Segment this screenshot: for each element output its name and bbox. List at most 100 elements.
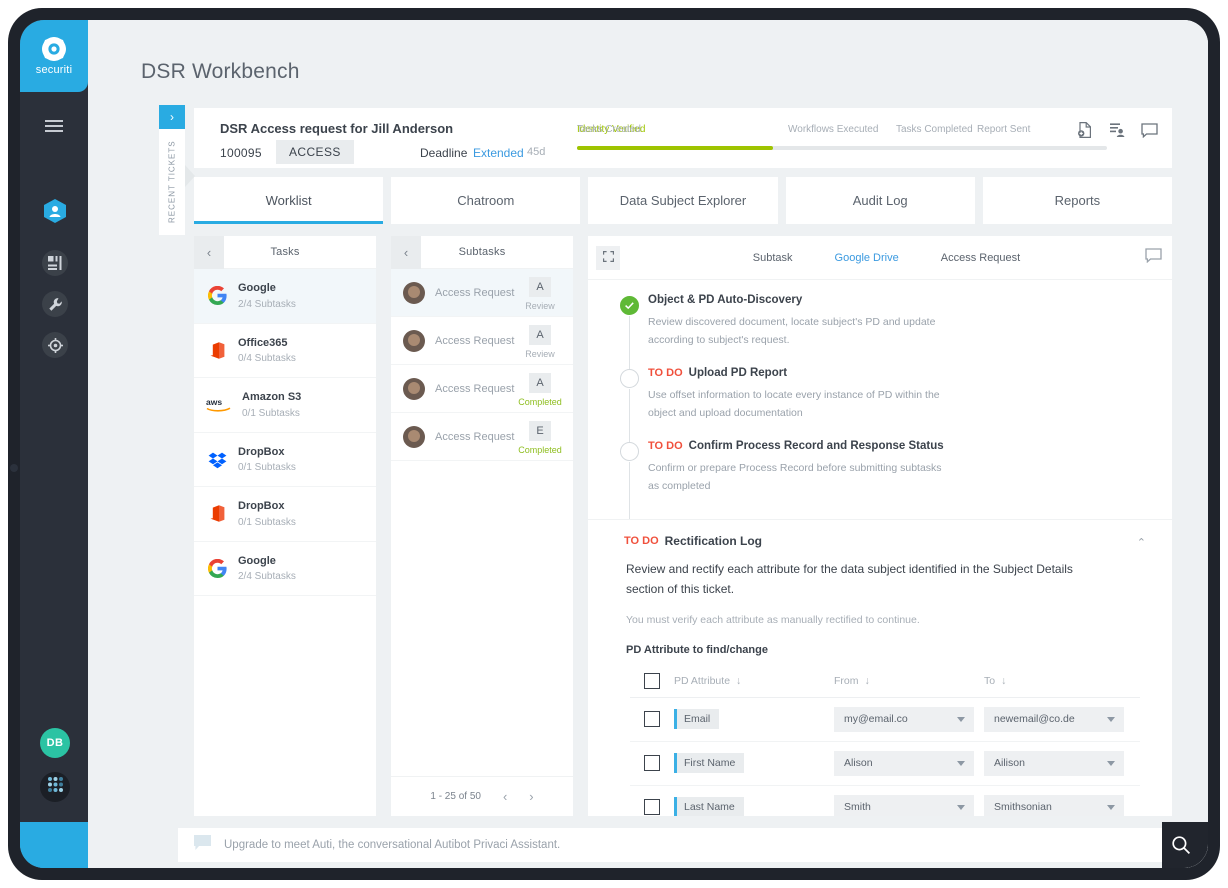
task-name: Google <box>238 282 276 294</box>
timeline-step-desc: Use offset information to locate every i… <box>648 389 940 420</box>
tab-audit-log[interactable]: Audit Log <box>785 177 975 224</box>
chevron-up-icon[interactable]: ⌃ <box>1137 536 1146 549</box>
subtask-label: Access Request <box>435 382 515 395</box>
comment-icon <box>1145 247 1162 267</box>
cell-to: Smithsonian <box>984 794 1134 816</box>
task-row[interactable]: Google 2/4 Subtasks <box>194 542 376 596</box>
detail-comment-button[interactable] <box>1145 247 1162 268</box>
subtasks-pagination: 1 - 25 of 50 ‹ › <box>391 776 573 816</box>
pagination-range: 1 - 25 of 50 <box>430 791 481 802</box>
deadline-status-link[interactable]: Extended <box>473 146 524 160</box>
column-label: PD Attribute <box>674 675 731 688</box>
from-select[interactable]: my@email.co <box>834 706 974 732</box>
user-avatar[interactable]: DB <box>40 728 70 758</box>
grid-apps-icon <box>47 776 64 798</box>
column-header-pd-attribute[interactable]: PD Attribute ↓ <box>674 675 834 687</box>
select-all-checkbox[interactable] <box>630 673 674 690</box>
to-select[interactable]: newemail@co.de <box>984 706 1124 732</box>
column-header-to[interactable]: To ↓ <box>984 675 1134 687</box>
chevron-down-icon <box>957 804 965 810</box>
tab-worklist[interactable]: Worklist <box>194 177 384 224</box>
from-select[interactable]: Alison <box>834 750 974 776</box>
table-row: First Name Alison Ailison <box>630 742 1140 786</box>
task-row[interactable]: Google 2/4 Subtasks <box>194 269 376 324</box>
avatar <box>403 281 425 304</box>
nav-item-tools[interactable] <box>42 291 68 317</box>
breadcrumb-access-request: Access Request <box>940 251 1021 264</box>
document-add-icon[interactable] <box>1077 122 1093 138</box>
checkbox-box <box>644 711 660 728</box>
comment-icon[interactable] <box>1141 122 1158 138</box>
avatar <box>403 425 425 448</box>
todo-tag: TO DO <box>624 535 659 548</box>
row-checkbox[interactable] <box>630 711 674 728</box>
pagination-next-button[interactable]: › <box>529 789 533 804</box>
row-checkbox[interactable] <box>630 799 674 816</box>
subtasks-panel: ‹ Subtasks Access Request A Review Acces… <box>391 235 573 816</box>
row-checkbox[interactable] <box>630 755 674 772</box>
expand-button[interactable] <box>596 245 620 270</box>
empty-circle-icon[interactable] <box>620 369 639 389</box>
column-label: To <box>984 675 996 688</box>
task-name: DropBox <box>238 500 285 512</box>
subtask-label: Access Request <box>435 286 515 299</box>
brand-logo[interactable]: securiti <box>20 20 88 92</box>
chevron-down-icon <box>1107 804 1115 810</box>
subtask-meta: A Review <box>517 277 563 311</box>
checkbox-box <box>644 673 660 690</box>
breadcrumb-google-drive[interactable]: Google Drive <box>835 252 899 264</box>
tab-data-subject-explorer[interactable]: Data Subject Explorer <box>588 177 778 224</box>
task-row[interactable]: DropBox 0/1 Subtasks <box>194 433 376 487</box>
subtasks-back-button[interactable]: ‹ <box>391 235 421 269</box>
deadline-days: 45d <box>527 146 546 158</box>
timeline-connector <box>629 316 630 374</box>
left-nav-rail: securiti DB <box>20 20 88 868</box>
avatar <box>403 377 425 400</box>
pagination-prev-button[interactable]: ‹ <box>503 789 507 804</box>
tab-chatroom[interactable]: Chatroom <box>391 177 581 224</box>
menu-toggle-button[interactable] <box>20 120 88 132</box>
nav-item-settings[interactable] <box>42 332 68 358</box>
rectification-log-header[interactable]: TO DO Rectification Log ⌃ <box>588 519 1172 560</box>
search-icon[interactable] <box>1171 835 1191 855</box>
nav-item-privacy-center[interactable] <box>42 198 68 224</box>
check-circle-icon[interactable] <box>620 296 639 315</box>
to-select[interactable]: Ailison <box>984 750 1124 776</box>
task-row[interactable]: DropBox 0/1 Subtasks <box>194 487 376 542</box>
assistant-chat-input[interactable]: Upgrade to meet Auti, the conversational… <box>178 828 1178 862</box>
table-row: Email my@email.co newemail@co.de <box>630 698 1140 742</box>
hexagon-user-icon <box>42 198 68 224</box>
expand-icon <box>602 249 614 267</box>
subtask-row[interactable]: Access Request A Review <box>391 317 573 365</box>
cell-from: Alison <box>834 750 984 776</box>
task-name: Office365 <box>238 336 288 349</box>
timeline-step-title: Object & PD Auto-Discovery <box>648 294 803 306</box>
to-select[interactable]: Smithsonian <box>984 794 1124 816</box>
task-row[interactable]: aws Amazon S3 0/1 Subtasks <box>194 378 376 433</box>
step-label-tasks-completed: Tasks Completed <box>896 124 973 135</box>
timeline-step-desc: Confirm or prepare Process Record before… <box>648 462 942 493</box>
tab-reports[interactable]: Reports <box>982 177 1173 224</box>
tasks-back-button[interactable]: ‹ <box>194 235 224 269</box>
empty-circle-icon[interactable] <box>620 442 639 462</box>
app-switcher-button[interactable] <box>40 772 70 802</box>
to-value: newemail@co.de <box>994 713 1075 726</box>
detail-scroll-area[interactable]: Object & PD Auto-Discovery Review discov… <box>588 280 1172 816</box>
subtask-row[interactable]: Access Request A Review <box>391 269 573 317</box>
from-select[interactable]: Smith <box>834 794 974 816</box>
chat-bubble-icon <box>192 834 212 857</box>
column-header-from[interactable]: From ↓ <box>834 675 984 687</box>
subtask-row[interactable]: Access Request A Completed <box>391 365 573 413</box>
timeline-step-title-row: TO DO Upload PD Report <box>648 367 1148 379</box>
recent-tickets-expand-button[interactable]: › <box>159 105 185 129</box>
subtask-row[interactable]: Access Request E Completed <box>391 413 573 461</box>
task-row[interactable]: Office365 0/4 Subtasks <box>194 324 376 378</box>
subtask-timeline: Object & PD Auto-Discovery Review discov… <box>588 280 1172 520</box>
assign-user-icon[interactable] <box>1109 122 1125 138</box>
task-name: Amazon S3 <box>242 391 302 403</box>
progress-track <box>577 146 1107 150</box>
subtask-status: Completed <box>518 397 562 407</box>
dashboard-icon <box>48 256 62 270</box>
checkbox-box <box>644 799 660 816</box>
nav-item-dashboard[interactable] <box>42 250 68 276</box>
